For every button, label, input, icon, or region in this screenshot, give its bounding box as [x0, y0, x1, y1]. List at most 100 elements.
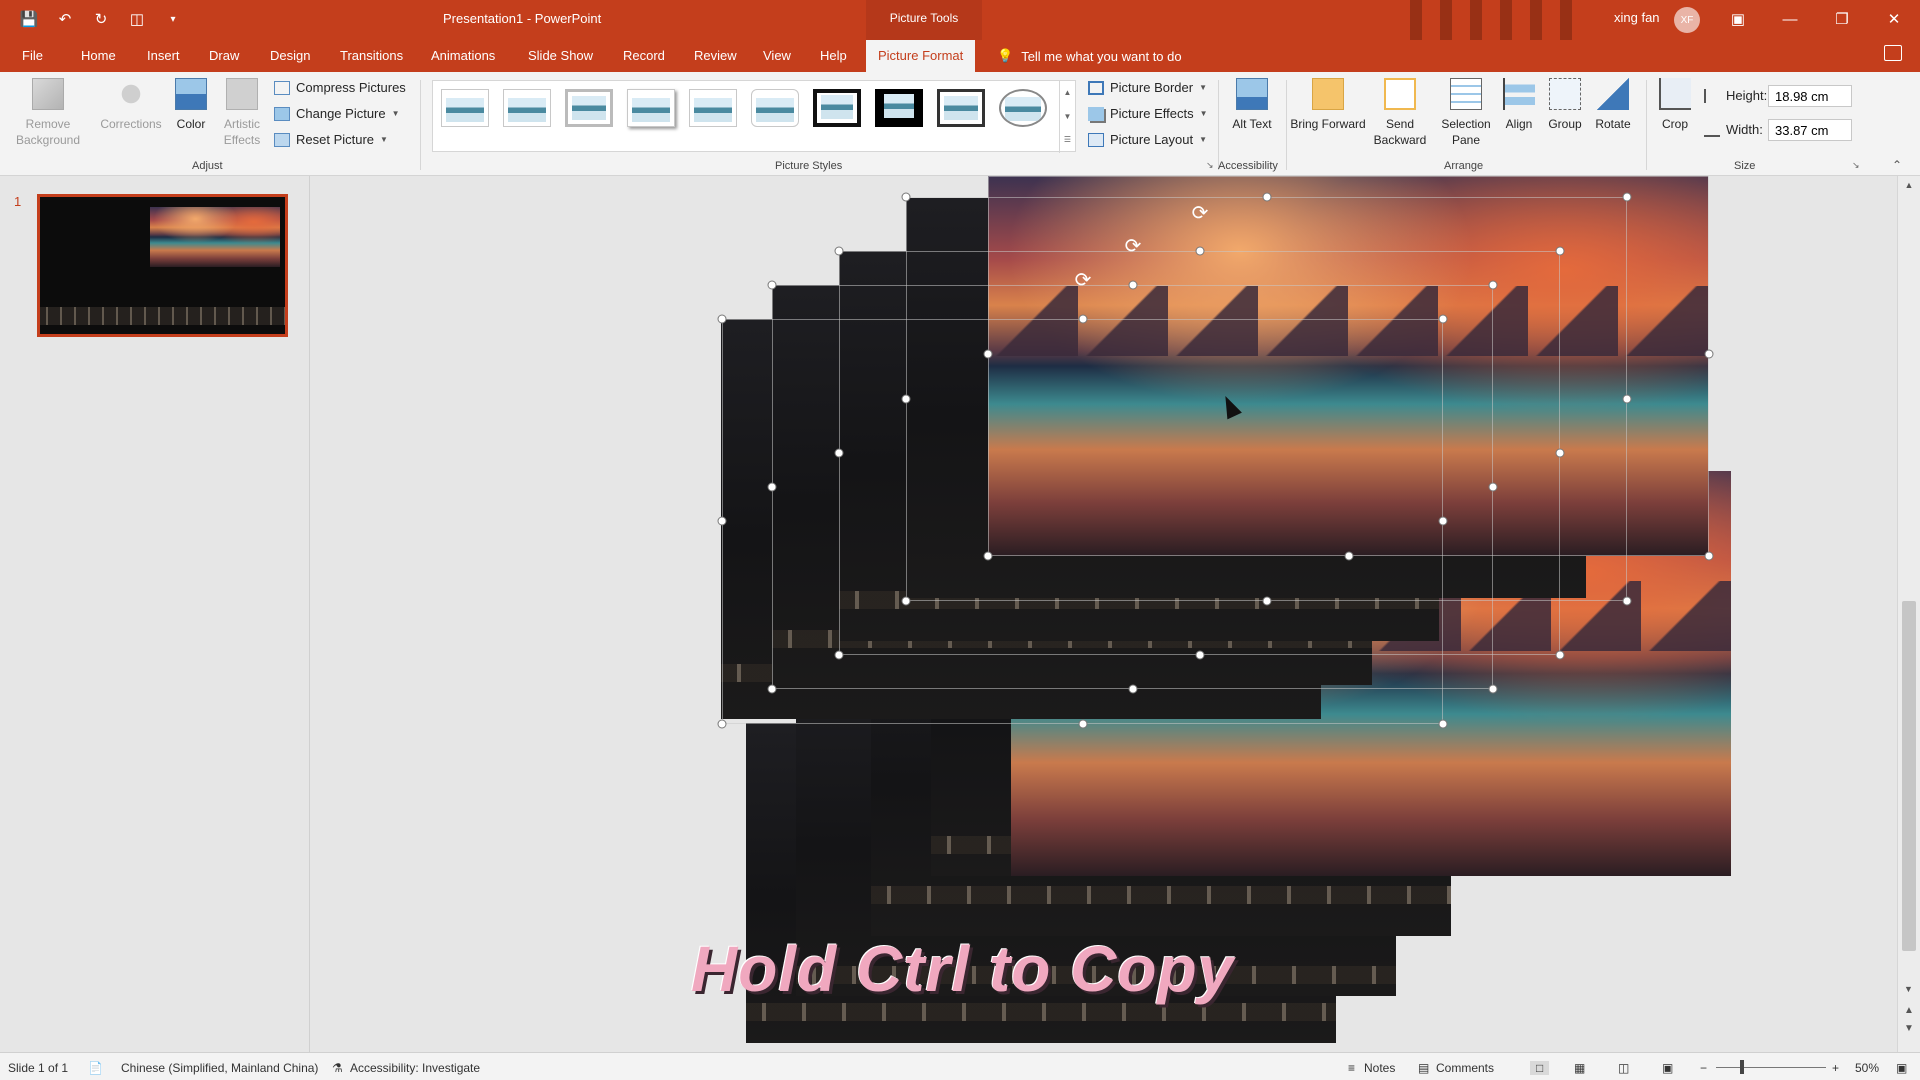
picture-style-7[interactable] — [813, 89, 861, 127]
slide-caption[interactable]: Hold Ctrl to Copy — [691, 932, 1234, 1006]
remove-background-button[interactable]: Remove Background — [8, 78, 88, 148]
slide-canvas[interactable]: ⟳ ⟳ ⟳ Hold Ctrl to Copy — [311, 176, 1897, 1052]
chevron-down-icon[interactable]: ▼ — [1060, 105, 1075, 129]
color-button[interactable]: Color — [170, 78, 212, 132]
zoom-slider[interactable] — [1716, 1067, 1826, 1068]
zoom-in-icon[interactable]: + — [1832, 1061, 1839, 1075]
resize-handle[interactable] — [717, 314, 727, 324]
tab-picture-format[interactable]: Picture Format — [866, 40, 976, 72]
resize-handle[interactable] — [1128, 684, 1138, 694]
resize-handle[interactable] — [834, 448, 844, 458]
undo-icon[interactable]: ↶ — [54, 8, 76, 30]
resize-handle[interactable] — [1555, 246, 1565, 256]
resize-handle[interactable] — [1622, 596, 1632, 606]
resize-handle[interactable] — [1262, 192, 1272, 202]
picture-style-3[interactable] — [565, 89, 613, 127]
resize-handle[interactable] — [983, 349, 993, 359]
compress-pictures-button[interactable]: Compress Pictures — [274, 80, 406, 95]
notes-icon[interactable]: ≡ — [1348, 1061, 1355, 1075]
resize-handle[interactable] — [1555, 650, 1565, 660]
resize-handle[interactable] — [834, 246, 844, 256]
previous-slide-icon[interactable]: ▲ — [1904, 1005, 1914, 1016]
normal-view-icon[interactable]: □ — [1530, 1061, 1550, 1075]
rotate-button[interactable]: Rotate — [1590, 78, 1636, 132]
zoom-level[interactable]: 50% — [1855, 1061, 1879, 1075]
resize-handle[interactable] — [901, 192, 911, 202]
tab-review[interactable]: Review — [694, 48, 737, 63]
change-picture-button[interactable]: Change Picture ▼ — [274, 106, 400, 121]
artistic-effects-button[interactable]: Artistic Effects — [218, 78, 266, 148]
picture-style-2[interactable] — [503, 89, 551, 127]
resize-handle[interactable] — [1195, 246, 1205, 256]
width-field[interactable]: 33.87 cm — [1768, 119, 1852, 141]
resize-handle[interactable] — [717, 516, 727, 526]
resize-handle[interactable] — [767, 684, 777, 694]
avatar[interactable]: XF — [1674, 7, 1700, 33]
resize-handle[interactable] — [1078, 719, 1088, 729]
resize-handle[interactable] — [1344, 551, 1354, 561]
gallery-scroll[interactable]: ▲ ▼ ☰ — [1059, 81, 1075, 153]
picture-border-button[interactable]: Picture Border ▼ — [1088, 80, 1207, 95]
resize-handle[interactable] — [1488, 482, 1498, 492]
tab-design[interactable]: Design — [270, 48, 310, 63]
rotate-handle-icon[interactable]: ⟳ — [1192, 201, 1209, 226]
send-backward-button[interactable]: Send Backward — [1366, 78, 1434, 148]
slide-sorter-icon[interactable]: ▦ — [1574, 1061, 1585, 1075]
picture-effects-button[interactable]: Picture Effects ▼ — [1088, 106, 1208, 121]
resize-handle[interactable] — [1488, 684, 1498, 694]
accessibility-status[interactable]: Accessibility: Investigate — [350, 1061, 480, 1075]
picture-style-4[interactable] — [627, 89, 675, 127]
resize-handle[interactable] — [1078, 314, 1088, 324]
tell-me-search[interactable]: 💡 Tell me what you want to do — [997, 48, 1182, 64]
resize-handle[interactable] — [1262, 596, 1272, 606]
resize-handle[interactable] — [1438, 516, 1448, 526]
tab-transitions[interactable]: Transitions — [340, 48, 403, 63]
selection-pane-button[interactable]: Selection Pane — [1436, 78, 1496, 148]
picture-layout-button[interactable]: Picture Layout ▼ — [1088, 132, 1207, 147]
align-button[interactable]: Align — [1498, 78, 1540, 132]
comments-icon[interactable] — [1884, 45, 1902, 61]
resize-handle[interactable] — [1704, 551, 1714, 561]
resize-handle[interactable] — [901, 596, 911, 606]
resize-handle[interactable] — [767, 482, 777, 492]
tab-animations[interactable]: Animations — [431, 48, 495, 63]
resize-handle[interactable] — [1488, 280, 1498, 290]
height-field[interactable]: 18.98 cm — [1768, 85, 1852, 107]
scroll-down-icon[interactable]: ▼ — [1904, 984, 1913, 994]
scroll-up-icon[interactable]: ▲ — [1898, 180, 1920, 190]
resize-handle[interactable] — [834, 650, 844, 660]
tab-record[interactable]: Record — [623, 48, 665, 63]
more-icon[interactable]: ☰ — [1060, 129, 1075, 151]
scroll-thumb[interactable] — [1902, 601, 1916, 951]
spellcheck-icon[interactable]: 📄 — [88, 1061, 103, 1075]
dialog-launcher-icon[interactable]: ↘ — [1206, 160, 1214, 171]
resize-handle[interactable] — [1128, 280, 1138, 290]
reading-view-icon[interactable]: ◫ — [1618, 1061, 1629, 1075]
group-button[interactable]: Group — [1542, 78, 1588, 132]
resize-handle[interactable] — [767, 280, 777, 290]
redo-icon[interactable]: ↻ — [90, 8, 112, 30]
save-icon[interactable]: 💾 — [18, 8, 40, 30]
rotate-handle-icon[interactable]: ⟳ — [1125, 234, 1142, 259]
resize-handle[interactable] — [1438, 719, 1448, 729]
tab-file[interactable]: File — [22, 48, 43, 63]
resize-handle[interactable] — [983, 551, 993, 561]
picture-style-10[interactable] — [999, 89, 1047, 127]
restore-icon[interactable]: ❐ — [1828, 8, 1856, 30]
accessibility-icon[interactable]: ⚗ — [332, 1061, 343, 1075]
vertical-scrollbar[interactable]: ▲ ▼ ▲ ▼ — [1897, 176, 1920, 1052]
resize-handle[interactable] — [1555, 448, 1565, 458]
resize-handle[interactable] — [901, 394, 911, 404]
collapse-ribbon-icon[interactable]: ⌃ — [1892, 158, 1902, 172]
reset-picture-button[interactable]: Reset Picture ▼ — [274, 132, 388, 147]
chevron-up-icon[interactable]: ▲ — [1060, 81, 1075, 105]
fit-slide-icon[interactable]: ▣ — [1896, 1061, 1907, 1075]
resize-handle[interactable] — [1195, 650, 1205, 660]
resize-handle[interactable] — [1438, 314, 1448, 324]
tab-insert[interactable]: Insert — [147, 48, 180, 63]
language-indicator[interactable]: Chinese (Simplified, Mainland China) — [121, 1061, 318, 1075]
zoom-slider-thumb[interactable] — [1740, 1060, 1744, 1074]
zoom-out-icon[interactable]: − — [1700, 1061, 1707, 1075]
comments-button[interactable]: Comments — [1436, 1061, 1494, 1075]
resize-handle[interactable] — [1704, 349, 1714, 359]
